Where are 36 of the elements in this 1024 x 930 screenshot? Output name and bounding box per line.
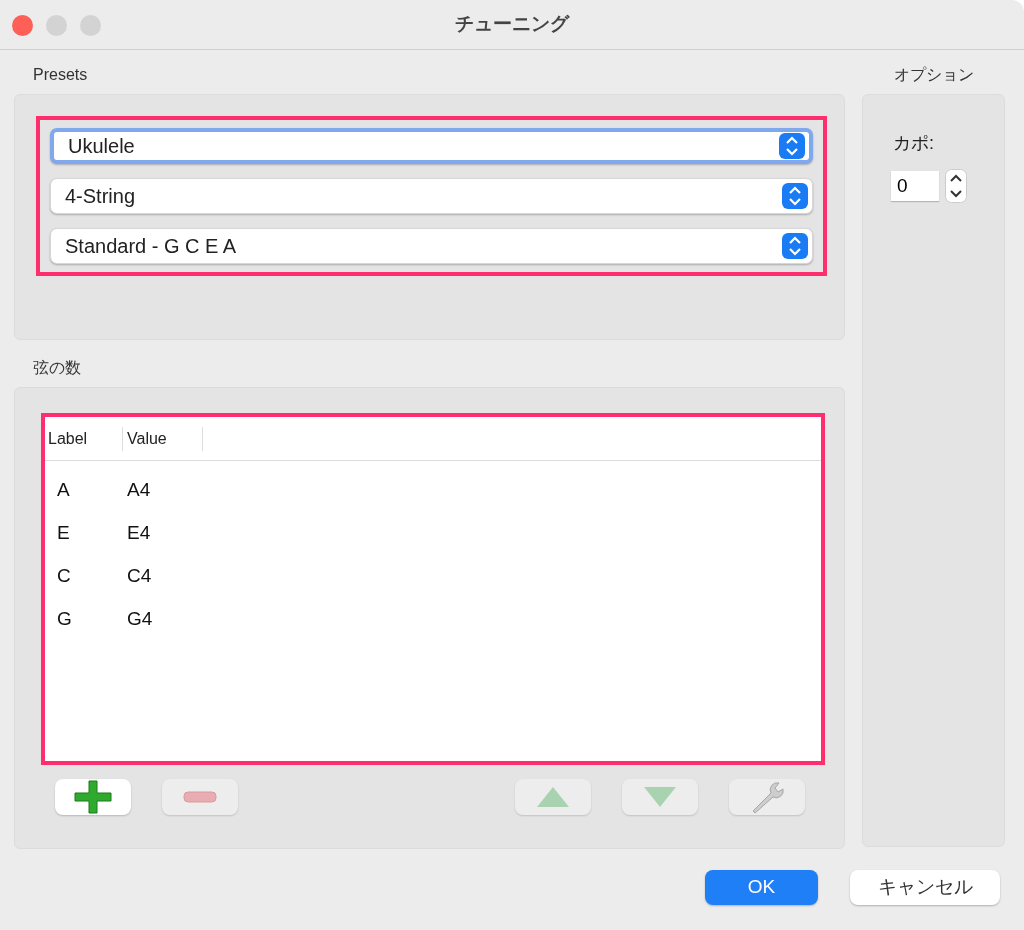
column-header[interactable]: Label bbox=[45, 426, 123, 451]
table-cell-text: E bbox=[56, 521, 71, 546]
popup-value: Ukulele bbox=[68, 134, 135, 159]
capo-label: カポ: bbox=[893, 132, 935, 155]
table-cell-text: C bbox=[56, 564, 72, 589]
popup-menu[interactable]: 4-String bbox=[50, 178, 813, 214]
table-cell-text: G bbox=[56, 607, 73, 632]
window-title: チューニング bbox=[455, 12, 569, 37]
ok-button[interactable]: OK bbox=[705, 870, 818, 905]
popup-value: 4-String bbox=[65, 184, 136, 209]
updown-chevron-icon bbox=[779, 133, 805, 159]
updown-chevron-icon bbox=[782, 233, 808, 259]
zoom-button[interactable] bbox=[80, 15, 101, 36]
popup-value: Standard - G C E A bbox=[65, 234, 237, 259]
add-button[interactable] bbox=[55, 779, 131, 815]
section-title: オプション bbox=[892, 65, 975, 85]
cancel-button[interactable]: キャンセル bbox=[850, 870, 1000, 905]
column-header[interactable]: Value bbox=[123, 426, 203, 451]
close-button[interactable] bbox=[12, 15, 33, 36]
table-cell-text: E4 bbox=[126, 521, 151, 546]
section-title: 弦の数 bbox=[32, 358, 82, 378]
minimize-button[interactable] bbox=[46, 15, 67, 36]
table-cell-text: C4 bbox=[126, 564, 152, 589]
capo-field[interactable]: 0 bbox=[891, 171, 939, 201]
section-title: Presets bbox=[32, 65, 89, 85]
minus-icon bbox=[183, 791, 217, 803]
table-cell-text: A bbox=[56, 478, 71, 503]
table-cell-text: G4 bbox=[126, 607, 153, 632]
plus-icon bbox=[73, 779, 113, 815]
updown-chevron-icon bbox=[782, 183, 808, 209]
up-arrow-icon bbox=[536, 786, 570, 808]
down-arrow-icon bbox=[643, 786, 677, 808]
table-cell-text: A4 bbox=[126, 478, 151, 503]
popup-menu[interactable]: Ukulele bbox=[50, 128, 813, 164]
stepper-icon[interactable] bbox=[945, 169, 967, 203]
popup-menu[interactable]: Standard - G C E A bbox=[50, 228, 813, 264]
